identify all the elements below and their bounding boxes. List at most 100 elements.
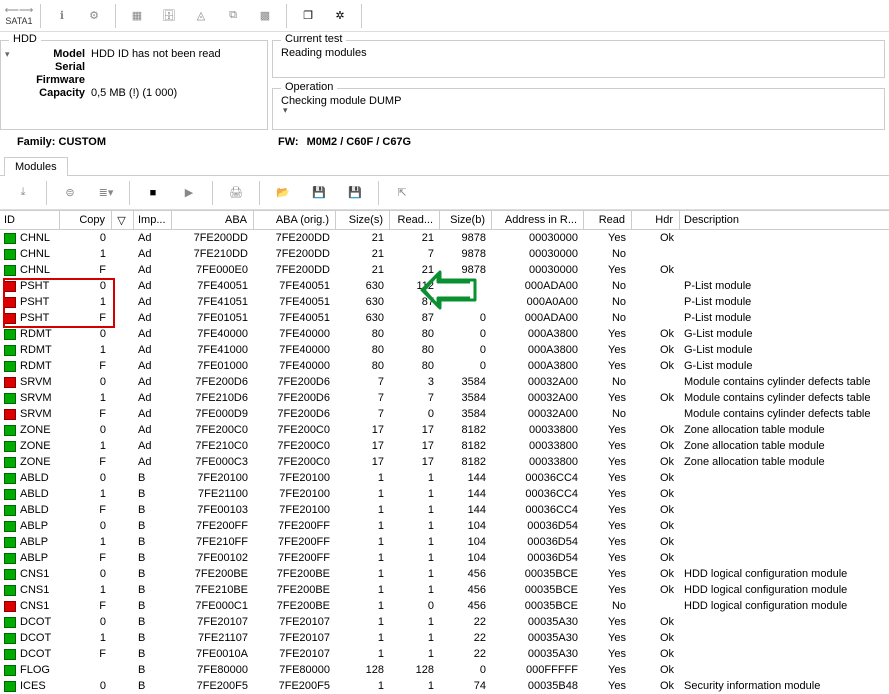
drive-selector[interactable]: ⟵⟶ SATA1: [4, 2, 34, 30]
collapse-icon[interactable]: ▾: [5, 49, 10, 60]
cell-hdr: Ok: [632, 502, 680, 518]
cell-rd: No: [584, 278, 632, 294]
import-icon[interactable]: ⤓: [6, 179, 40, 207]
cell-imp: Ad: [134, 454, 172, 470]
table-row[interactable]: ZONEFAd7FE000C37FE200C01717818200033800Y…: [0, 454, 889, 470]
table-row[interactable]: PSHT1Ad7FE410517FE4005163087000A0A00NoP-…: [0, 294, 889, 310]
info-icon[interactable]: ℹ: [47, 2, 77, 30]
cell-addr: 00036D54: [492, 534, 584, 550]
status-icon: [4, 601, 16, 612]
cell-read: 1: [390, 566, 440, 582]
col-imp[interactable]: Imp...: [134, 211, 172, 229]
table-row[interactable]: CNS1FB7FE000C17FE200BE1045600035BCENoHDD…: [0, 598, 889, 614]
table-row[interactable]: ZONE0Ad7FE200C07FE200C01717818200033800Y…: [0, 422, 889, 438]
cell-desc: [680, 534, 889, 550]
cell-imp: B: [134, 582, 172, 598]
table-row[interactable]: CHNLFAd7FE000E07FE200DD2121987800030000Y…: [0, 262, 889, 278]
disk-icon[interactable]: ⊜: [53, 179, 87, 207]
cell-sizes: 630: [336, 294, 390, 310]
table-row[interactable]: FLOGB7FE800007FE800001281280000FFFFFYesO…: [0, 662, 889, 678]
export-icon[interactable]: ⇱: [385, 179, 419, 207]
cell-sizeb: 22: [440, 646, 492, 662]
table-row[interactable]: CNS11B7FE210BE7FE200BE1145600035BCEYesOk…: [0, 582, 889, 598]
cell-addr: 000A3800: [492, 326, 584, 342]
database-icon[interactable]: 🗄: [154, 2, 184, 30]
run-icon[interactable]: ✲: [325, 2, 355, 30]
cell-sizeb: 74: [440, 678, 492, 694]
col-rd[interactable]: Read: [584, 211, 632, 229]
cell-sizes: 21: [336, 230, 390, 246]
cell-sizes: 7: [336, 374, 390, 390]
col-hdr[interactable]: Hdr: [632, 211, 680, 229]
col-abao[interactable]: ABA (orig.): [254, 211, 336, 229]
cell-tri: [112, 454, 134, 470]
cell-abao: 7FE40000: [254, 358, 336, 374]
cell-read: 17: [390, 454, 440, 470]
status-icon: [4, 569, 16, 580]
cell-desc: [680, 550, 889, 566]
grid-icon[interactable]: ▩: [250, 2, 280, 30]
status-icon: [4, 665, 16, 676]
cell-tri: [112, 614, 134, 630]
table-row[interactable]: ABLPFB7FE001027FE200FF1110400036D54YesOk: [0, 550, 889, 566]
col-sort[interactable]: ▽: [112, 211, 134, 229]
table-row[interactable]: SRVMFAd7FE000D97FE200D670358400032A00NoM…: [0, 406, 889, 422]
col-addr[interactable]: Address in R...: [492, 211, 584, 229]
table-row[interactable]: ABLP1B7FE210FF7FE200FF1110400036D54YesOk: [0, 534, 889, 550]
table-row[interactable]: SRVM0Ad7FE200D67FE200D673358400032A00NoM…: [0, 374, 889, 390]
info-panels: HDD ▾ ModelHDD ID has not been read Seri…: [0, 32, 889, 132]
windows-icon[interactable]: ❐: [293, 2, 323, 30]
col-sizeb[interactable]: Size(b): [440, 211, 492, 229]
cell-rd: Yes: [584, 518, 632, 534]
cell-id: ABLD: [20, 472, 49, 484]
col-aba[interactable]: ABA: [172, 211, 254, 229]
table-row[interactable]: PSHTFAd7FE010517FE40051630870000ADA00NoP…: [0, 310, 889, 326]
status-icon: [4, 313, 16, 324]
tool-a-icon[interactable]: ◬: [186, 2, 216, 30]
col-read[interactable]: Read...: [390, 211, 440, 229]
table-row[interactable]: CHNL1Ad7FE210DD7FE200DD217987800030000No: [0, 246, 889, 262]
print-icon[interactable]: 🖨: [219, 179, 253, 207]
fw-value: M0M2 / C60F / C67G: [307, 136, 412, 148]
table-row[interactable]: SRVM1Ad7FE210D67FE200D677358400032A00Yes…: [0, 390, 889, 406]
stop-icon[interactable]: ■: [136, 179, 170, 207]
table-row[interactable]: ABLDFB7FE001037FE201001114400036CC4YesOk: [0, 502, 889, 518]
cell-tri: [112, 518, 134, 534]
chip-icon[interactable]: ▦: [122, 2, 152, 30]
col-id[interactable]: ID: [0, 211, 60, 229]
table-row[interactable]: PSHT0Ad7FE400517FE40051630112000ADA00NoP…: [0, 278, 889, 294]
cell-id: SRVM: [20, 376, 52, 388]
cell-tri: [112, 582, 134, 598]
table-row[interactable]: CHNL0Ad7FE200DD7FE200DD2121987800030000Y…: [0, 230, 889, 246]
table-row[interactable]: DCOTFB7FE0010A7FE20107112200035A30YesOk: [0, 646, 889, 662]
cell-copy: 1: [60, 582, 112, 598]
table-row[interactable]: DCOT0B7FE201077FE20107112200035A30YesOk: [0, 614, 889, 630]
cell-addr: 00030000: [492, 246, 584, 262]
tool-b-icon[interactable]: ⧉: [218, 2, 248, 30]
cell-desc: [680, 230, 889, 246]
settings-icon[interactable]: ⚙: [79, 2, 109, 30]
save-as-icon[interactable]: 💾: [338, 179, 372, 207]
col-desc[interactable]: Description: [680, 211, 889, 229]
table-row[interactable]: ABLD1B7FE211007FE201001114400036CC4YesOk: [0, 486, 889, 502]
table-row[interactable]: ZONE1Ad7FE210C07FE200C01717818200033800Y…: [0, 438, 889, 454]
table-row[interactable]: ABLP0B7FE200FF7FE200FF1110400036D54YesOk: [0, 518, 889, 534]
cell-sizeb: 0: [440, 310, 492, 326]
table-row[interactable]: CNS10B7FE200BE7FE200BE1145600035BCEYesOk…: [0, 566, 889, 582]
play-icon[interactable]: ▶: [172, 179, 206, 207]
table-row[interactable]: RDMT1Ad7FE410007FE4000080800000A3800YesO…: [0, 342, 889, 358]
cell-tri: [112, 326, 134, 342]
cell-sizes: 7: [336, 406, 390, 422]
col-sizes[interactable]: Size(s): [336, 211, 390, 229]
table-row[interactable]: DCOT1B7FE211077FE20107112200035A30YesOk: [0, 630, 889, 646]
table-row[interactable]: ICES0B7FE200F57FE200F5117400035B48YesOkS…: [0, 678, 889, 694]
open-icon[interactable]: 📂: [266, 179, 300, 207]
table-row[interactable]: RDMT0Ad7FE400007FE4000080800000A3800YesO…: [0, 326, 889, 342]
col-copy[interactable]: Copy: [60, 211, 112, 229]
list-icon[interactable]: ≣▾: [89, 179, 123, 207]
save-icon[interactable]: 💾: [302, 179, 336, 207]
cell-sizes: 1: [336, 598, 390, 614]
table-row[interactable]: RDMTFAd7FE010007FE4000080800000A3800YesO…: [0, 358, 889, 374]
tab-modules[interactable]: Modules: [4, 157, 68, 176]
table-row[interactable]: ABLD0B7FE201007FE201001114400036CC4YesOk: [0, 470, 889, 486]
